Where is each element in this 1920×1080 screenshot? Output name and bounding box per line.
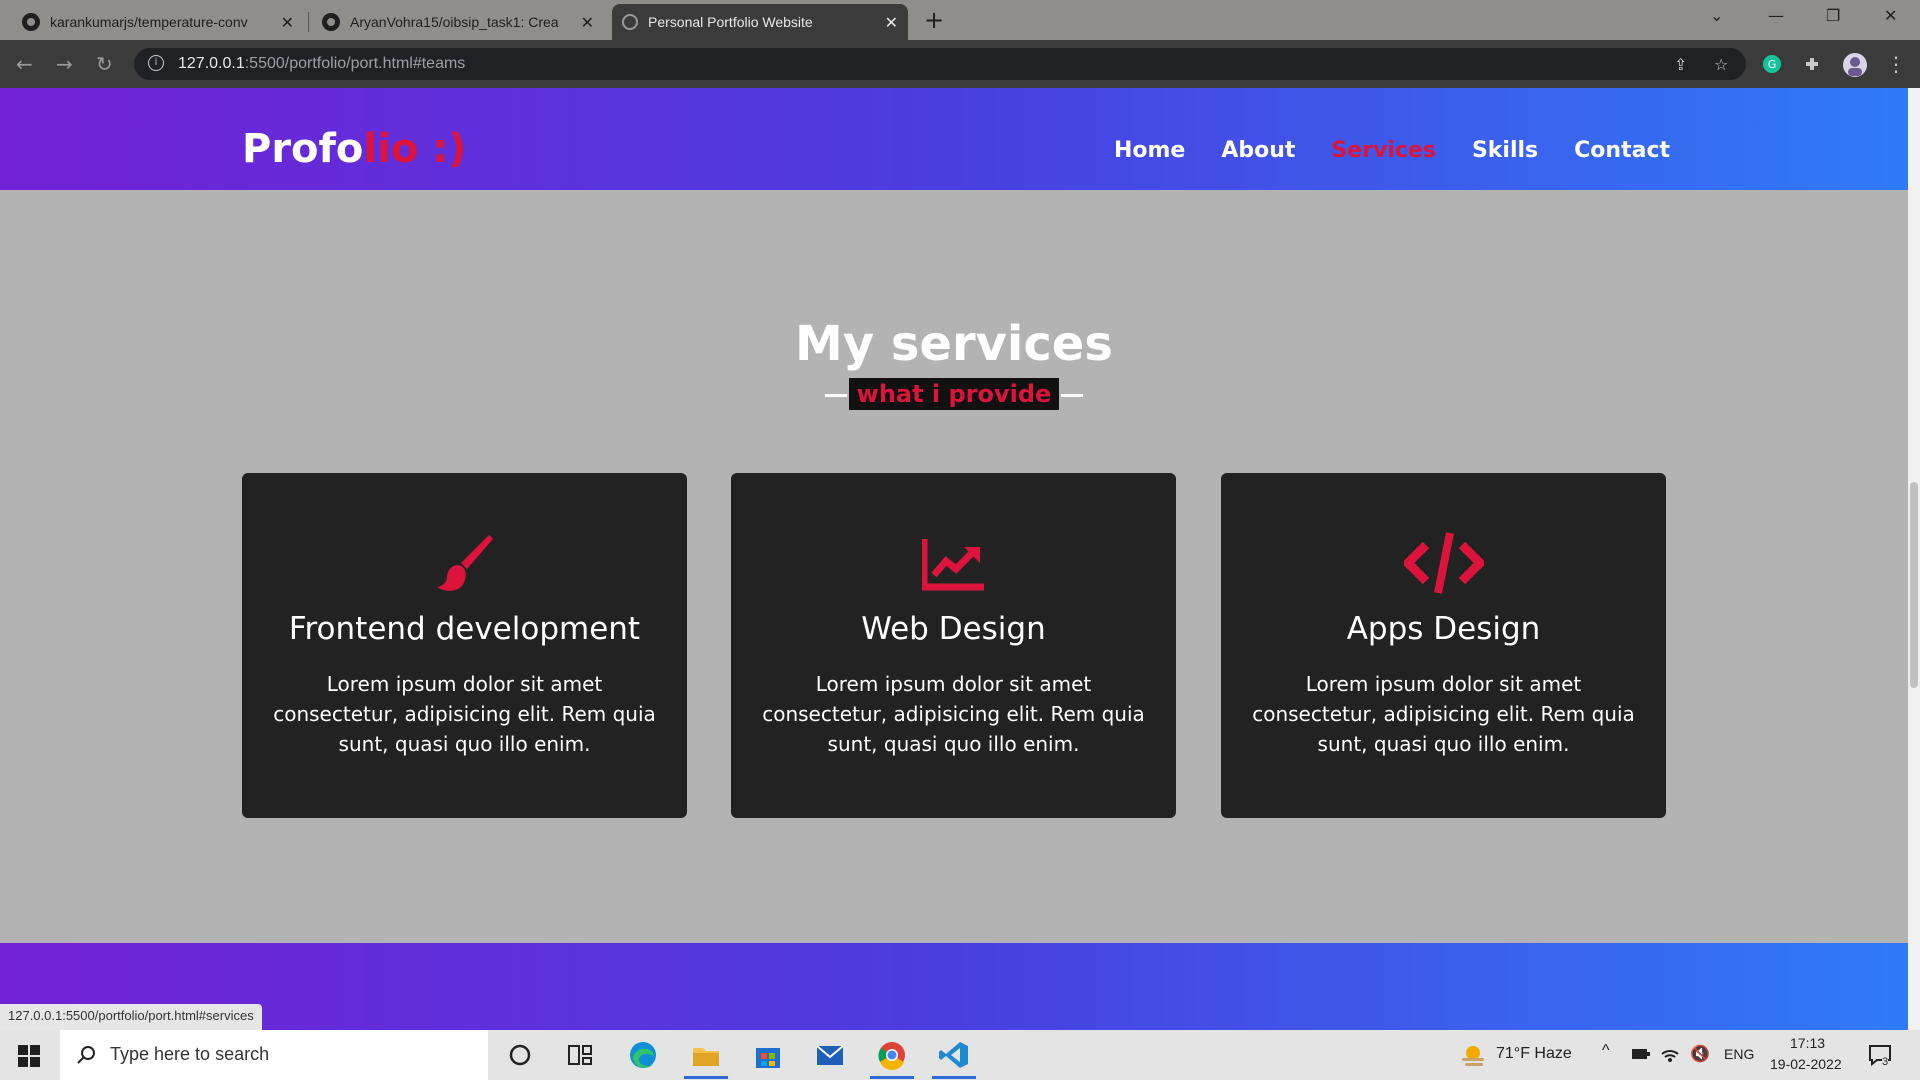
- restore-icon[interactable]: ❐: [1826, 6, 1840, 25]
- portfolio-page: Profolio :) Home About Services Skills C…: [0, 88, 1908, 1030]
- browser-tab-active[interactable]: Personal Portfolio Website ✕: [612, 4, 908, 40]
- url-text: 127.0.0.1:5500/portfolio/port.html#teams: [178, 55, 466, 72]
- forward-icon[interactable]: →: [56, 52, 73, 76]
- browser-tab-bar: karankumarjs/temperature-conv ✕ AryanVoh…: [0, 0, 1920, 40]
- service-card-description: Lorem ipsum dolor sit amet consectetur, …: [762, 672, 1145, 756]
- svg-text:G: G: [1768, 58, 1777, 71]
- chevron-up-icon[interactable]: ^: [1602, 1042, 1610, 1060]
- profile-avatar-icon[interactable]: [1842, 52, 1868, 78]
- browser-tab[interactable]: AryanVohra15/oibsip_task1: Crea ✕: [314, 4, 604, 40]
- new-tab-icon[interactable]: +: [924, 6, 944, 34]
- status-link-preview: 127.0.0.1:5500/portfolio/port.html#servi…: [0, 1004, 262, 1030]
- microsoft-store-icon[interactable]: [752, 1040, 784, 1070]
- scrollbar-thumb[interactable]: [1910, 482, 1918, 688]
- cortana-icon[interactable]: [504, 1040, 536, 1070]
- menu-icon[interactable]: ⋮: [1886, 52, 1906, 76]
- chrome-icon[interactable]: [876, 1040, 908, 1070]
- github-icon: [22, 13, 40, 31]
- tab-title: Personal Portfolio Website: [648, 14, 813, 30]
- tab-title: karankumarjs/temperature-conv: [50, 14, 248, 30]
- clock-date[interactable]: 19-02-2022: [1770, 1056, 1842, 1072]
- nav-links: Home About Services Skills Contact: [1114, 138, 1670, 163]
- language-indicator[interactable]: ENG: [1724, 1046, 1754, 1062]
- notification-count: 3: [1882, 1056, 1889, 1068]
- section-subtitle-wrap: what i provide: [0, 378, 1908, 410]
- section-subtitle: what i provide: [824, 378, 1084, 410]
- address-bar[interactable]: i 127.0.0.1:5500/portfolio/port.html#tea…: [134, 48, 1746, 80]
- site-navbar: Profolio :) Home About Services Skills C…: [0, 88, 1908, 190]
- file-explorer-icon[interactable]: [690, 1040, 722, 1070]
- edge-browser-icon[interactable]: [627, 1040, 659, 1070]
- clock-time[interactable]: 17:13: [1790, 1035, 1825, 1051]
- battery-icon[interactable]: [1632, 1048, 1650, 1060]
- extensions-icon[interactable]: [1802, 54, 1822, 74]
- service-card[interactable]: Frontend development Lorem ipsum dolor s…: [242, 473, 687, 818]
- chart-line-icon: [921, 539, 984, 591]
- running-indicator: [870, 1076, 914, 1079]
- reload-icon[interactable]: ↻: [96, 52, 113, 76]
- volume-muted-icon[interactable]: 🔇: [1690, 1044, 1710, 1064]
- wifi-icon[interactable]: [1660, 1044, 1680, 1064]
- service-card[interactable]: Apps Design Lorem ipsum dolor sit amet c…: [1221, 473, 1666, 818]
- service-card-title: Apps Design: [1346, 611, 1541, 647]
- tab-separator: [308, 12, 309, 32]
- code-icon: [1403, 532, 1484, 594]
- service-card-title: Web Design: [861, 611, 1046, 647]
- site-logo[interactable]: Profolio :): [242, 126, 467, 172]
- service-card-description: Lorem ipsum dolor sit amet consectetur, …: [273, 672, 656, 756]
- tab-search-icon[interactable]: ⌄: [1710, 6, 1723, 25]
- close-tab-icon[interactable]: ✕: [885, 13, 898, 33]
- windows-taskbar: Type here to search 71°F Haze ^ 🔇 ENG 17…: [0, 1030, 1920, 1080]
- paint-brush-icon: [436, 535, 493, 591]
- weather-haze-icon[interactable]: [1460, 1042, 1486, 1068]
- vscode-icon[interactable]: [938, 1040, 970, 1070]
- running-indicator: [684, 1076, 728, 1079]
- browser-tab[interactable]: karankumarjs/temperature-conv ✕: [14, 4, 304, 40]
- service-card-title: Frontend development: [288, 611, 641, 647]
- bookmark-star-icon[interactable]: ☆: [1714, 55, 1728, 74]
- search-icon: [77, 1046, 95, 1064]
- next-section-band: [0, 943, 1908, 1030]
- nav-link-services[interactable]: Services: [1331, 138, 1436, 163]
- minimize-icon[interactable]: —: [1768, 6, 1784, 25]
- github-icon: [322, 13, 340, 31]
- nav-link-about[interactable]: About: [1221, 138, 1295, 163]
- tab-title: AryanVohra15/oibsip_task1: Crea: [350, 14, 559, 30]
- weather-text[interactable]: 71°F Haze: [1496, 1045, 1572, 1063]
- nav-link-home[interactable]: Home: [1114, 138, 1185, 163]
- site-info-icon[interactable]: i: [148, 55, 164, 71]
- service-card-description: Lorem ipsum dolor sit amet consectetur, …: [1252, 672, 1635, 756]
- taskbar-search-box[interactable]: Type here to search: [60, 1030, 488, 1080]
- back-icon[interactable]: ←: [16, 52, 33, 76]
- service-card[interactable]: Web Design Lorem ipsum dolor sit amet co…: [731, 473, 1176, 818]
- close-tab-icon[interactable]: ✕: [281, 13, 294, 33]
- notifications-icon[interactable]: [1868, 1043, 1892, 1067]
- close-window-icon[interactable]: ✕: [1884, 6, 1897, 25]
- task-view-icon[interactable]: [564, 1040, 596, 1070]
- grammarly-icon[interactable]: G: [1762, 54, 1782, 74]
- nav-link-contact[interactable]: Contact: [1574, 138, 1670, 163]
- windows-start-icon[interactable]: [18, 1045, 40, 1067]
- browser-toolbar: ← → ↻ i 127.0.0.1:5500/portfolio/port.ht…: [0, 40, 1920, 88]
- section-title: My services: [795, 316, 1113, 372]
- share-icon[interactable]: ⇪: [1674, 55, 1687, 74]
- close-tab-icon[interactable]: ✕: [581, 13, 594, 33]
- running-indicator: [932, 1076, 976, 1079]
- search-placeholder: Type here to search: [110, 1044, 270, 1064]
- mail-icon[interactable]: [814, 1040, 846, 1070]
- globe-icon: [622, 14, 638, 30]
- nav-link-skills[interactable]: Skills: [1472, 138, 1538, 163]
